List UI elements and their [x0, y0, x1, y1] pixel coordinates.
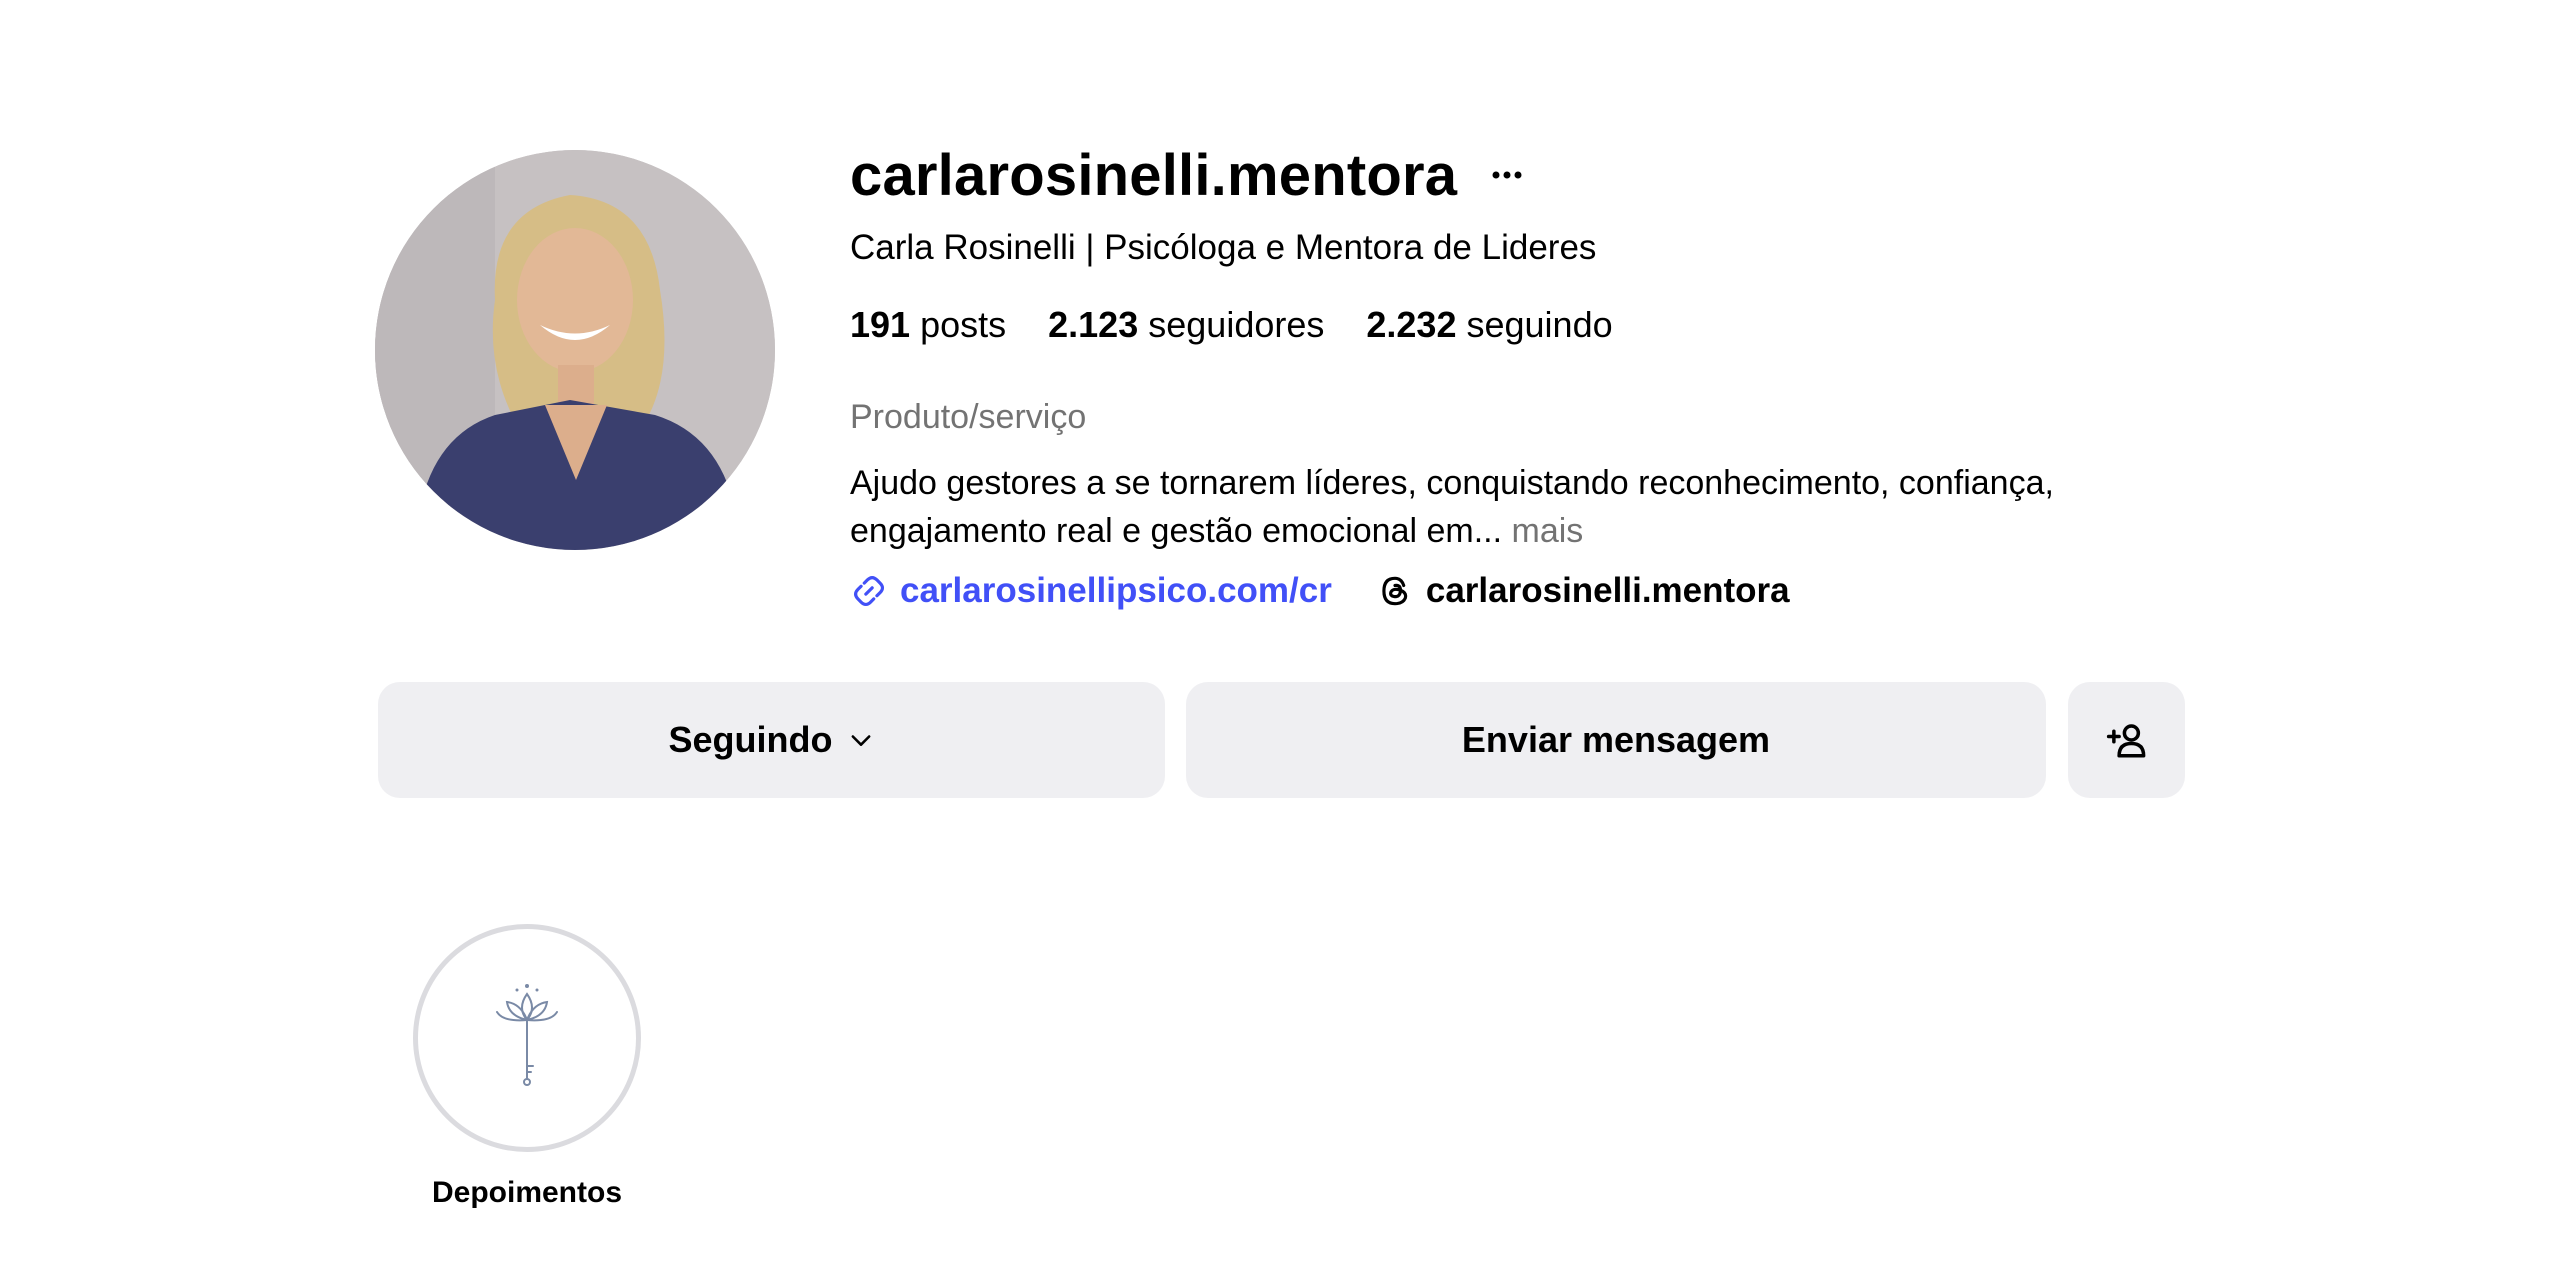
avatar-photo — [375, 150, 775, 550]
highlight-cover — [413, 924, 641, 1152]
following-count: 2.232 — [1366, 304, 1457, 345]
profile-username: carlarosinelli.mentora — [850, 142, 1458, 208]
profile-avatar[interactable] — [375, 150, 775, 550]
highlight-label: Depoimentos — [431, 1176, 623, 1209]
more-options-button[interactable] — [1487, 155, 1527, 195]
more-icon — [1492, 171, 1522, 179]
profile-stats: 191 posts 2.123 seguidores 2.232 seguind… — [850, 304, 2190, 346]
link-icon — [853, 575, 885, 607]
profile-info: carlarosinelli.mentora Carla Rosinelli |… — [850, 140, 2190, 617]
bio-text: Ajudo gestores a se tornarem líderes, co… — [850, 464, 2054, 550]
highlight-item[interactable]: Depoimentos — [413, 924, 643, 1210]
threads-icon — [1382, 576, 1408, 606]
username-row: carlarosinelli.mentora — [850, 140, 2190, 210]
external-link[interactable]: carlarosinellipsico.com/cr — [850, 571, 1332, 611]
threads-link[interactable]: carlarosinelli.mentora — [1376, 571, 1790, 611]
profile-bio: Ajudo gestores a se tornarem líderes, co… — [850, 459, 2190, 555]
send-message-label: Enviar mensagem — [1461, 719, 1771, 760]
following-button[interactable]: Seguindo — [378, 682, 1165, 798]
suggest-accounts-button[interactable] — [2068, 682, 2185, 798]
followers-stat[interactable]: 2.123 seguidores — [1048, 304, 1324, 346]
add-user-icon — [2106, 724, 2145, 758]
posts-stat: 191 posts — [850, 304, 1006, 346]
following-label: seguindo — [1466, 304, 1613, 345]
chevron-down-icon — [847, 726, 875, 754]
profile-full-name: Carla Rosinelli | Psicóloga e Mentora de… — [850, 228, 1597, 267]
bio-more-link[interactable]: mais — [1512, 512, 1584, 550]
following-button-label: Seguindo — [668, 719, 833, 760]
profile-category: Produto/serviço — [850, 398, 1087, 436]
profile-links: carlarosinellipsico.com/cr carlarosinell… — [850, 565, 2190, 617]
threads-handle: carlarosinelli.mentora — [1425, 571, 1790, 610]
posts-count: 191 — [850, 304, 911, 345]
followers-label: seguidores — [1148, 304, 1325, 345]
external-link-url: carlarosinellipsico.com/cr — [900, 571, 1332, 610]
send-message-button[interactable]: Enviar mensagem — [1186, 682, 2046, 798]
profile-page: carlarosinelli.mentora Carla Rosinelli |… — [0, 0, 2560, 1284]
lotus-key-icon — [496, 984, 558, 1086]
following-stat[interactable]: 2.232 seguindo — [1366, 304, 1612, 346]
posts-label: posts — [920, 304, 1007, 345]
followers-count: 2.123 — [1048, 304, 1139, 345]
